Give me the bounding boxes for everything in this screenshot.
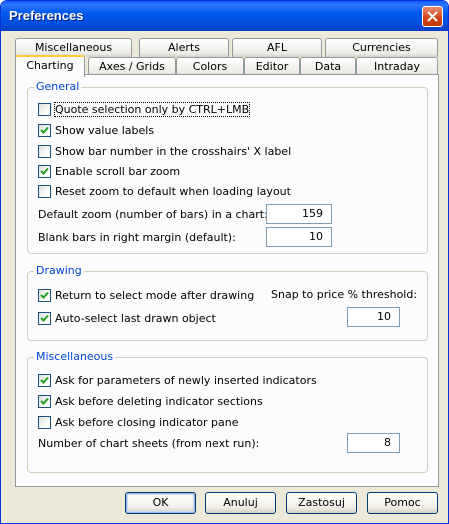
general-group: General Quote selection only by CTRL+LMB… xyxy=(27,80,428,254)
quote-selection-checkbox[interactable]: Quote selection only by CTRL+LMB xyxy=(38,101,251,117)
checkbox-box xyxy=(38,311,51,325)
checkbox-label: Auto-select last drawn object xyxy=(55,311,216,325)
checkbox-box xyxy=(38,123,51,137)
checkmark-icon xyxy=(40,126,49,134)
show-bar-number-checkbox[interactable]: Show bar number in the crosshairs' X lab… xyxy=(38,143,291,159)
close-button[interactable] xyxy=(422,6,443,27)
checkmark-icon xyxy=(40,314,49,322)
checkbox-box xyxy=(38,415,51,429)
auto-select-checkbox[interactable]: Auto-select last drawn object xyxy=(38,310,216,326)
checkbox-box xyxy=(38,164,51,178)
tab-currencies[interactable]: Currencies xyxy=(325,38,438,57)
help-button[interactable]: Pomoc xyxy=(367,492,438,514)
ask-parameters-checkbox[interactable]: Ask for parameters of newly inserted ind… xyxy=(38,372,317,388)
default-zoom-input[interactable]: 159 xyxy=(266,204,332,224)
chart-sheets-label: Number of chart sheets (from next run): xyxy=(38,437,260,450)
ok-button[interactable]: OK xyxy=(125,492,196,514)
checkmark-icon xyxy=(40,376,49,384)
snap-threshold-label: Snap to price % threshold: xyxy=(271,288,418,301)
checkbox-box xyxy=(38,184,51,198)
checkbox-box xyxy=(38,394,51,408)
checkbox-label: Return to select mode after drawing xyxy=(55,288,255,302)
tab-alerts[interactable]: Alerts xyxy=(139,38,229,57)
general-group-title: General xyxy=(34,80,82,94)
checkbox-label: Ask before deleting indicator sections xyxy=(55,394,263,408)
checkbox-label: Quote selection only by CTRL+LMB xyxy=(53,101,251,117)
blank-bars-input[interactable]: 10 xyxy=(266,227,332,247)
blank-bars-label: Blank bars in right margin (default): xyxy=(38,231,236,244)
checkbox-label: Show value labels xyxy=(55,123,155,137)
checkbox-label: Ask for parameters of newly inserted ind… xyxy=(55,373,317,387)
dialog-body: Miscellaneous Alerts AFL Currencies Char… xyxy=(4,31,445,522)
tab-afl[interactable]: AFL xyxy=(232,38,322,57)
tab-charting[interactable]: Charting xyxy=(15,55,85,77)
checkbox-label: Reset zoom to default when loading layou… xyxy=(55,184,291,198)
drawing-group-title: Drawing xyxy=(34,264,84,278)
checkbox-box xyxy=(38,144,51,158)
checkbox-label: Ask before closing indicator pane xyxy=(55,415,239,429)
default-zoom-label: Default zoom (number of bars) in a chart… xyxy=(38,208,268,221)
drawing-group: Drawing Return to select mode after draw… xyxy=(27,264,428,341)
title-bar[interactable]: Preferences xyxy=(1,1,448,31)
show-value-labels-checkbox[interactable]: Show value labels xyxy=(38,122,154,138)
checkbox-box xyxy=(38,373,51,387)
reset-zoom-checkbox[interactable]: Reset zoom to default when loading layou… xyxy=(38,183,291,199)
enable-scroll-zoom-checkbox[interactable]: Enable scroll bar zoom xyxy=(38,163,180,179)
charting-panel: General Quote selection only by CTRL+LMB… xyxy=(15,74,439,487)
misc-group: Miscellaneous Ask for parameters of newl… xyxy=(27,350,428,473)
checkmark-icon xyxy=(40,291,49,299)
apply-button[interactable]: Zastosuj xyxy=(286,492,357,514)
return-select-mode-checkbox[interactable]: Return to select mode after drawing xyxy=(38,287,254,303)
ask-deleting-checkbox[interactable]: Ask before deleting indicator sections xyxy=(38,393,263,409)
checkmark-icon xyxy=(40,167,49,175)
ask-closing-checkbox[interactable]: Ask before closing indicator pane xyxy=(38,414,238,430)
checkmark-icon xyxy=(40,397,49,405)
close-icon xyxy=(427,11,438,22)
chart-sheets-input[interactable]: 8 xyxy=(347,433,400,453)
misc-group-title: Miscellaneous xyxy=(34,350,116,364)
window-title: Preferences xyxy=(9,8,84,23)
snap-threshold-input[interactable]: 10 xyxy=(347,307,400,327)
checkbox-box xyxy=(38,102,51,116)
checkbox-label: Show bar number in the crosshairs' X lab… xyxy=(55,144,292,158)
checkbox-box xyxy=(38,288,51,302)
cancel-button[interactable]: Anuluj xyxy=(205,492,276,514)
preferences-dialog: Preferences Miscellaneous Alerts AFL Cur… xyxy=(0,0,449,524)
checkbox-label: Enable scroll bar zoom xyxy=(55,164,181,178)
